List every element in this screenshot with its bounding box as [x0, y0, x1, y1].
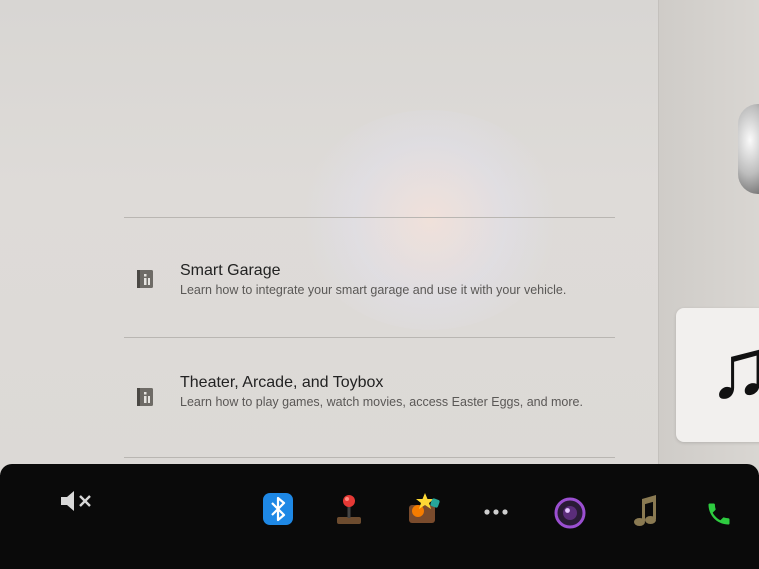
- camera-icon[interactable]: [553, 496, 587, 530]
- list-divider: [124, 337, 615, 338]
- owners-manual-panel: Smart Garage Learn how to integrate your…: [0, 0, 658, 475]
- list-divider: [124, 457, 615, 458]
- bluetooth-icon[interactable]: [262, 492, 294, 526]
- phone-icon[interactable]: [703, 498, 735, 530]
- toybox-icon[interactable]: [404, 490, 442, 526]
- entry-title: Theater, Arcade, and Toybox: [180, 374, 384, 391]
- manual-entry-smart-garage[interactable]: Smart Garage Learn how to integrate your…: [124, 258, 624, 318]
- entry-description: Learn how to integrate your smart garage…: [180, 283, 567, 297]
- physical-knob: [738, 104, 759, 194]
- arcade-joystick-icon[interactable]: [333, 492, 365, 526]
- manual-book-icon: [137, 270, 153, 288]
- manual-book-icon: [137, 388, 153, 406]
- bottom-taskbar: [0, 464, 759, 569]
- manual-entry-theater-arcade-toybox[interactable]: Theater, Arcade, and Toybox Learn how to…: [124, 370, 624, 430]
- music-icon[interactable]: [630, 494, 662, 530]
- music-note-icon: ♫: [708, 321, 759, 415]
- more-apps-icon[interactable]: [480, 500, 512, 524]
- entry-description: Learn how to play games, watch movies, a…: [180, 395, 583, 409]
- touchscreen: Smart Garage Learn how to integrate your…: [0, 0, 759, 475]
- volume-muted-icon[interactable]: [58, 486, 94, 516]
- media-player-card[interactable]: ♫: [676, 308, 759, 442]
- entry-title: Smart Garage: [180, 262, 281, 279]
- list-divider: [124, 217, 615, 218]
